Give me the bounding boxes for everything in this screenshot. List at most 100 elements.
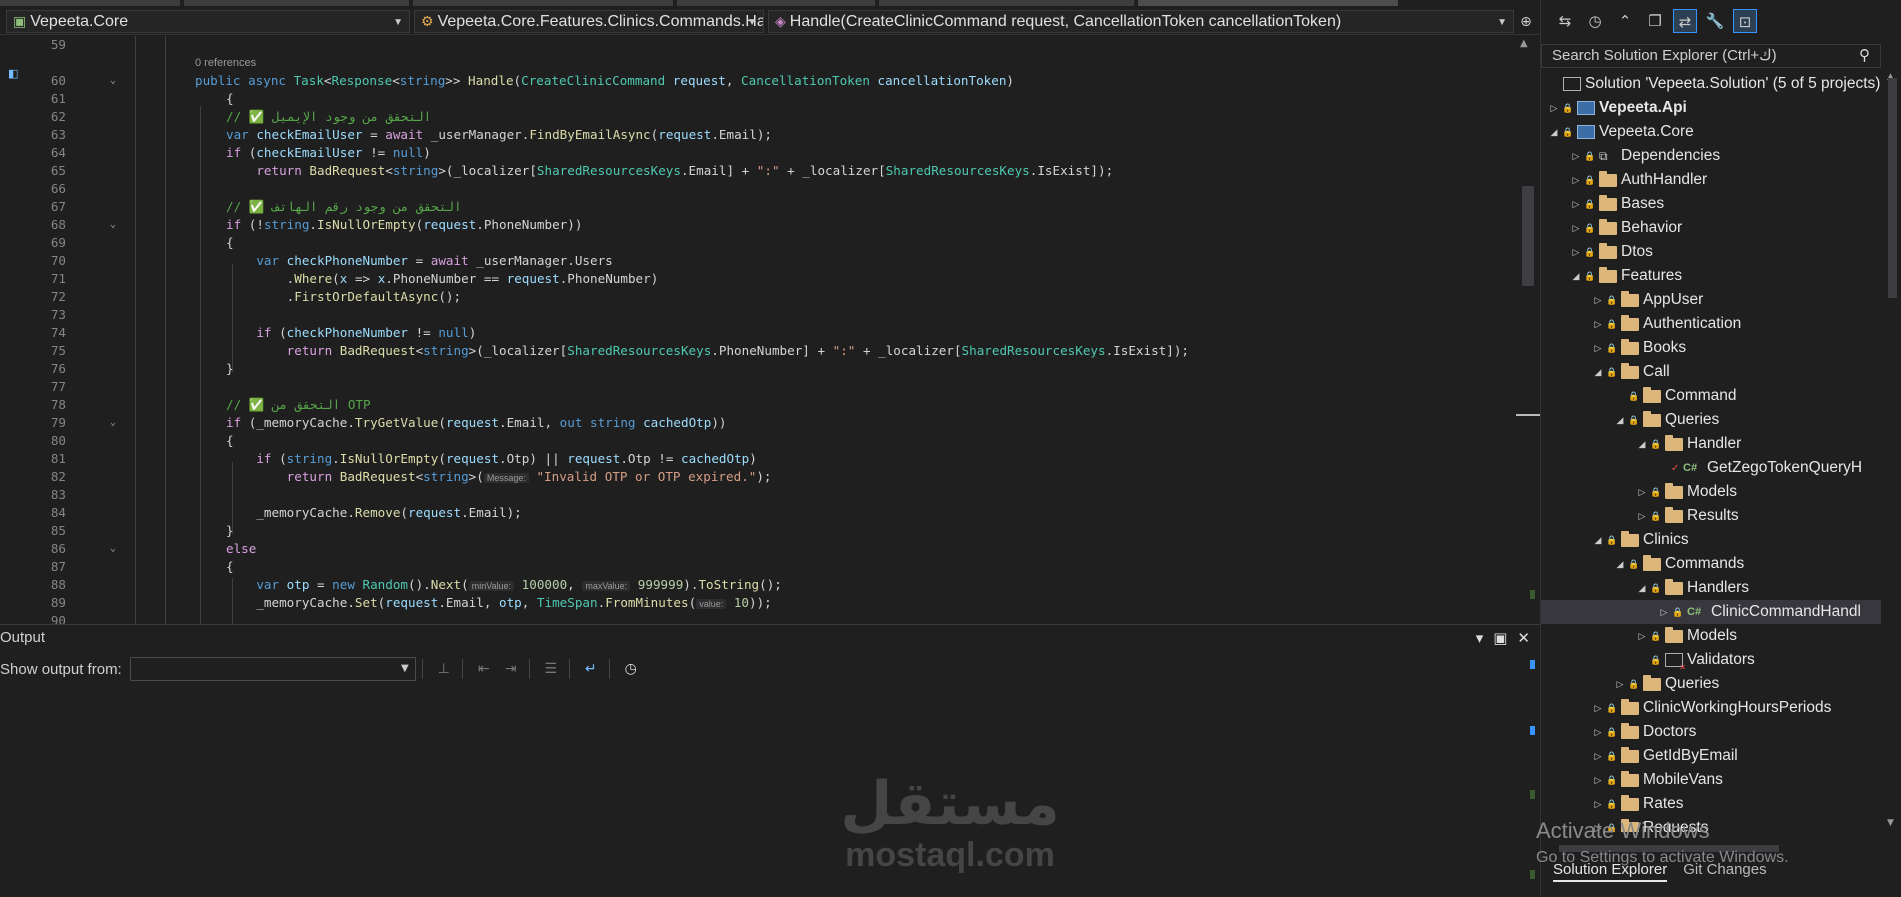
scrollbar-thumb[interactable]	[1888, 78, 1897, 298]
tree-node[interactable]: ▷ 🔒 Dtos	[1541, 240, 1881, 264]
document-tab-active[interactable]	[1138, 0, 1398, 6]
solution-explorer-vertical-scrollbar[interactable]: ▲ ▼	[1882, 72, 1901, 832]
collapsed-arrow-icon[interactable]: ▷	[1613, 679, 1627, 690]
code-line[interactable]: 66	[0, 180, 1516, 198]
code-line[interactable]: 64 if (checkEmailUser != null)	[0, 144, 1516, 162]
dropdown-icon[interactable]: ▾	[1476, 629, 1484, 647]
find-message-icon[interactable]: ⊥	[432, 657, 456, 681]
code-line[interactable]: 71 .Where(x => x.PhoneNumber == request.…	[0, 270, 1516, 288]
collapsed-arrow-icon[interactable]: ▷	[1657, 607, 1671, 618]
collapsed-arrow-icon[interactable]: ▷	[1569, 199, 1583, 210]
tree-node[interactable]: ▷ 🔒 AppUser	[1541, 288, 1881, 312]
tree-node[interactable]: ▷ 🔒 Results	[1541, 504, 1881, 528]
code-line[interactable]: 61 {	[0, 90, 1516, 108]
collapsed-arrow-icon[interactable]: ▷	[1547, 103, 1561, 114]
tree-node[interactable]: ▷ 🔒 ⧉ Dependencies	[1541, 144, 1881, 168]
collapsed-arrow-icon[interactable]: ▷	[1591, 343, 1605, 354]
tree-node[interactable]: ◢ 🔒 Handler	[1541, 432, 1881, 456]
tree-node[interactable]: ▷ 🔒 Books	[1541, 336, 1881, 360]
next-message-icon[interactable]: ⇥	[499, 657, 523, 681]
collapsed-arrow-icon[interactable]: ▷	[1569, 175, 1583, 186]
switch-views-icon[interactable]: ⇆	[1553, 9, 1577, 33]
split-editor-icon[interactable]: ⊕	[1518, 14, 1534, 30]
code-editor[interactable]: ◧ 0 references 59 60 ⌄ public async Task<Res…	[0, 36, 1516, 624]
code-line[interactable]: 65 return BadRequest<string>(_localizer[…	[0, 162, 1516, 180]
tree-node[interactable]: ✓ C# GetZegoTokenQueryH	[1541, 456, 1881, 480]
clear-all-icon[interactable]: ☰	[539, 657, 563, 681]
code-line[interactable]: 78 // ✅ التحقق من OTP	[0, 396, 1516, 414]
tree-node[interactable]: ▷ 🔒 GetIdByEmail	[1541, 744, 1881, 768]
output-source-select[interactable]: ▼	[129, 657, 416, 681]
show-all-files-icon[interactable]: ❐	[1643, 9, 1667, 33]
scrollbar-thumb[interactable]	[1522, 186, 1534, 286]
fold-chevron-icon[interactable]: ⌄	[110, 540, 116, 558]
scroll-down-icon[interactable]: ▼	[1887, 818, 1894, 828]
fold-chevron-icon[interactable]: ⌄	[110, 72, 116, 90]
tree-node[interactable]: ▷ 🔒 Models	[1541, 624, 1881, 648]
collapsed-arrow-icon[interactable]: ▷	[1635, 487, 1649, 498]
code-line[interactable]: 88 var otp = new Random().Next(minValue:…	[0, 576, 1516, 594]
document-tab[interactable]	[184, 0, 409, 6]
tree-node[interactable]: ◢ 🔒 Queries	[1541, 408, 1881, 432]
expanded-arrow-icon[interactable]: ◢	[1591, 367, 1605, 378]
tree-node[interactable]: 🔒 Validators	[1541, 648, 1881, 672]
tree-node[interactable]: ◢ 🔒 Handlers	[1541, 576, 1881, 600]
tree-node[interactable]: ▷ 🔒 MobileVans	[1541, 768, 1881, 792]
collapsed-arrow-icon[interactable]: ▷	[1591, 319, 1605, 330]
code-line[interactable]: 72 .FirstOrDefaultAsync();	[0, 288, 1516, 306]
code-line[interactable]: 82 return BadRequest<string>(Message: "I…	[0, 468, 1516, 486]
pending-changes-icon[interactable]: ◷	[1583, 9, 1607, 33]
tree-node[interactable]: ◢ 🔒 Clinics	[1541, 528, 1881, 552]
code-line[interactable]: 63 var checkEmailUser = await _userManage…	[0, 126, 1516, 144]
project-dropdown[interactable]: ▣ Vepeeta.Core ▼	[6, 10, 410, 33]
code-line[interactable]: 70 var checkPhoneNumber = await _userMan…	[0, 252, 1516, 270]
collapsed-arrow-icon[interactable]: ▷	[1591, 775, 1605, 786]
tree-node[interactable]: ▷ 🔒 Behavior	[1541, 216, 1881, 240]
code-line[interactable]: 90	[0, 612, 1516, 624]
code-line[interactable]: 75 return BadRequest<string>(_localizer[…	[0, 342, 1516, 360]
editor-vertical-scrollbar[interactable]: ▲	[1516, 36, 1540, 624]
code-line[interactable]: 84 _memoryCache.Remove(request.Email);	[0, 504, 1516, 522]
expanded-arrow-icon[interactable]: ◢	[1569, 271, 1583, 282]
member-dropdown[interactable]: ◈ Handle(CreateClinicCommand request, Ca…	[768, 10, 1514, 33]
code-line[interactable]: 86 ⌄ else	[0, 540, 1516, 558]
collapsed-arrow-icon[interactable]: ▷	[1569, 223, 1583, 234]
solution-explorer-search[interactable]: Search Solution Explorer (Ctrl+ك) ⚲	[1541, 44, 1881, 68]
references-count[interactable]: 0 references	[195, 54, 256, 72]
code-line[interactable]: 85}	[0, 522, 1516, 540]
code-line[interactable]: 81 if (string.IsNullOrEmpty(request.Otp)…	[0, 450, 1516, 468]
code-line[interactable]: 77	[0, 378, 1516, 396]
tree-node[interactable]: ◢ 🔒 Vepeeta.Core	[1541, 120, 1881, 144]
expanded-arrow-icon[interactable]: ◢	[1613, 415, 1627, 426]
code-line[interactable]: 76}	[0, 360, 1516, 378]
code-line[interactable]: 87 {	[0, 558, 1516, 576]
code-line[interactable]: 69 {	[0, 234, 1516, 252]
document-tab[interactable]	[413, 0, 673, 6]
timestamp-icon[interactable]: ◷	[619, 657, 643, 681]
tree-node[interactable]: ▷ 🔒 Bases	[1541, 192, 1881, 216]
document-tab[interactable]	[879, 0, 1134, 6]
code-line[interactable]: 67 // ✅ التحقق من وجود رقم الهاتف	[0, 198, 1516, 216]
code-line[interactable]: 80 {	[0, 432, 1516, 450]
code-line[interactable]: 89 _memoryCache.Set(request.Email, otp, …	[0, 594, 1516, 612]
code-lens-references[interactable]: 0 references	[0, 54, 1516, 72]
maximize-icon[interactable]: ▣	[1493, 629, 1507, 647]
document-tab[interactable]	[0, 0, 180, 6]
code-line[interactable]: 83	[0, 486, 1516, 504]
tree-node[interactable]: ▷ 🔒 Models	[1541, 480, 1881, 504]
collapsed-arrow-icon[interactable]: ▷	[1591, 799, 1605, 810]
code-line[interactable]: 79 ⌄ if (_memoryCache.TryGetValue(request.…	[0, 414, 1516, 432]
tree-node[interactable]: ▷ 🔒 Queries	[1541, 672, 1881, 696]
tree-node[interactable]: ▷ 🔒 ClinicWorkingHoursPeriods	[1541, 696, 1881, 720]
collapsed-arrow-icon[interactable]: ▷	[1591, 703, 1605, 714]
word-wrap-icon[interactable]: ↵	[579, 657, 603, 681]
preview-selected-items-icon[interactable]: ⊡	[1733, 9, 1757, 33]
tree-node[interactable]: 🔒 Command	[1541, 384, 1881, 408]
tree-node[interactable]: ◢ 🔒 Call	[1541, 360, 1881, 384]
tree-node[interactable]: ▷ 🔒 Rates	[1541, 792, 1881, 816]
search-icon[interactable]: ⚲	[1859, 45, 1870, 67]
expanded-arrow-icon[interactable]: ◢	[1547, 127, 1561, 138]
collapsed-arrow-icon[interactable]: ▷	[1569, 247, 1583, 258]
collapsed-arrow-icon[interactable]: ▷	[1569, 151, 1583, 162]
code-line[interactable]: 62 // ✅ التحقق من وجود الإيميل	[0, 108, 1516, 126]
